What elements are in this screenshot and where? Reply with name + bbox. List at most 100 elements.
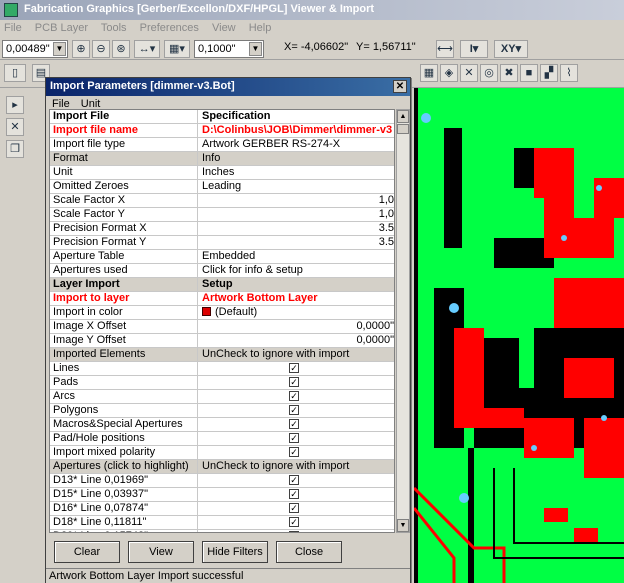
menu-pcb-layer[interactable]: PCB Layer — [35, 22, 88, 34]
vertical-scrollbar[interactable]: ▲ ▼ — [396, 109, 410, 533]
pad-icon[interactable]: ◈ — [440, 64, 458, 82]
table-row[interactable]: Import to layer Artwork Bottom Layer — [50, 292, 394, 306]
table-row[interactable]: Format Info — [50, 152, 394, 166]
menu-view[interactable]: View — [212, 22, 236, 34]
scroll-down-icon[interactable]: ▼ — [397, 519, 409, 532]
color-swatch-icon[interactable] — [202, 307, 211, 316]
text-tool-button[interactable]: I▾ — [460, 40, 488, 58]
table-row[interactable]: Layer Import Setup — [50, 278, 394, 292]
table-row[interactable]: Precision Format Y 3.5 — [50, 236, 394, 250]
table-row[interactable]: Scale Factor X 1,0 — [50, 194, 394, 208]
table-row[interactable]: D15* Line 0,03937" ✓ — [50, 488, 394, 502]
table-row[interactable]: Import in color (Default) — [50, 306, 394, 320]
row-checkbox[interactable]: ✓ — [289, 517, 299, 527]
row-checkbox[interactable]: ✓ — [289, 363, 299, 373]
row-label: Import to layer — [50, 292, 198, 305]
pcb-viewport[interactable] — [414, 88, 624, 583]
row-label: Image Y Offset — [50, 334, 198, 347]
row-checkbox-cell: ✓ — [199, 376, 394, 389]
y-coordinate-readout: Y= 1,56711" — [356, 41, 416, 53]
cut-icon[interactable]: ✕ — [6, 118, 24, 136]
cross-icon[interactable]: ✕ — [460, 64, 478, 82]
table-row[interactable]: Apertures (click to highlight) UnCheck to… — [50, 460, 394, 474]
menu-help[interactable]: Help — [249, 22, 272, 34]
table-row[interactable]: Pad/Hole positions ✓ — [50, 432, 394, 446]
window-title: Fabrication Graphics [Gerber/Excellon/DX… — [0, 0, 624, 20]
zoom-out-icon[interactable]: ⊖ — [92, 40, 110, 58]
parameter-grid: Import File Specification Import file na… — [49, 109, 395, 533]
table-row[interactable]: Macros&Special Apertures ✓ — [50, 418, 394, 432]
table-row[interactable]: Image X Offset 0,0000" — [50, 320, 394, 334]
row-label: Scale Factor Y — [50, 208, 198, 221]
row-value: Inches — [202, 166, 235, 178]
copy-icon[interactable]: ❐ — [6, 140, 24, 158]
menu-tools[interactable]: Tools — [101, 22, 127, 34]
row-checkbox-cell: ✓ — [199, 432, 394, 445]
grid-icon[interactable]: ▦▾ — [164, 40, 190, 58]
row-checkbox-cell: ✓ — [199, 362, 394, 375]
table-row[interactable]: Import file name D:\Colinbus\JOB\Dimmer\d… — [50, 124, 394, 138]
pattern-icon[interactable]: ▞ — [540, 64, 558, 82]
row-value: 3.5 — [378, 222, 394, 234]
select-icon[interactable]: ▸ — [6, 96, 24, 114]
route-icon[interactable]: ⌇ — [560, 64, 578, 82]
table-row[interactable]: D13* Line 0,01969" ✓ — [50, 474, 394, 488]
delete-icon[interactable]: ✖ — [500, 64, 518, 82]
row-label: Apertures used — [50, 264, 198, 277]
row-checkbox[interactable]: ✓ — [289, 447, 299, 457]
row-label: Apertures (click to highlight) — [50, 460, 198, 473]
table-row[interactable]: Unit Inches — [50, 166, 394, 180]
hide-filters-button[interactable]: Hide Filters — [202, 541, 268, 563]
measure-icon[interactable]: ⟷ — [436, 40, 454, 58]
row-checkbox-cell: ✓ — [199, 390, 394, 403]
row-label: Image X Offset — [50, 320, 198, 333]
clear-button[interactable]: Clear — [54, 541, 120, 563]
row-label: Scale Factor X — [50, 194, 198, 207]
table-row[interactable]: Image Y Offset 0,0000" — [50, 334, 394, 348]
table-row[interactable]: Import file type Artwork GERBER RS-274-X — [50, 138, 394, 152]
drill-icon[interactable]: ◎ — [480, 64, 498, 82]
zoom-window-icon[interactable]: ⊛ — [112, 40, 130, 58]
scroll-up-icon[interactable]: ▲ — [397, 110, 409, 123]
grid-combo[interactable]: 0,00489" ▼ — [2, 40, 68, 58]
page-icon[interactable]: ▯ — [4, 64, 26, 82]
row-checkbox[interactable]: ✓ — [289, 377, 299, 387]
snap-combo[interactable]: 0,1000" ▼ — [194, 40, 264, 58]
zoom-in-icon[interactable]: ⊕ — [72, 40, 90, 58]
table-row[interactable]: Aperture Table Embedded — [50, 250, 394, 264]
table-row[interactable]: D20* Line 0,15748" ✓ — [50, 530, 394, 532]
row-checkbox[interactable]: ✓ — [289, 531, 299, 532]
close-icon[interactable]: ✕ — [393, 80, 407, 93]
fill-icon[interactable]: ■ — [520, 64, 538, 82]
table-row[interactable]: Precision Format X 3.5 — [50, 222, 394, 236]
row-checkbox[interactable]: ✓ — [289, 433, 299, 443]
row-checkbox[interactable]: ✓ — [289, 405, 299, 415]
row-checkbox[interactable]: ✓ — [289, 419, 299, 429]
layer-toggle-icon[interactable]: ▦ — [420, 64, 438, 82]
row-label: Pad/Hole positions — [50, 432, 198, 445]
table-row[interactable]: Polygons ✓ — [50, 404, 394, 418]
row-checkbox[interactable]: ✓ — [289, 489, 299, 499]
xy-tool-button[interactable]: XY▾ — [494, 40, 528, 58]
table-row[interactable]: Arcs ✓ — [50, 390, 394, 404]
table-row[interactable]: Imported Elements UnCheck to ignore with … — [50, 348, 394, 362]
row-label: Layer Import — [50, 278, 198, 291]
row-label: D20* Line 0,15748" — [50, 530, 198, 532]
row-checkbox[interactable]: ✓ — [289, 503, 299, 513]
table-row[interactable]: Pads ✓ — [50, 376, 394, 390]
scroll-thumb[interactable] — [397, 124, 409, 134]
close-button[interactable]: Close — [276, 541, 342, 563]
table-row[interactable]: D18* Line 0,11811" ✓ — [50, 516, 394, 530]
row-checkbox[interactable]: ✓ — [289, 475, 299, 485]
table-row[interactable]: Apertures used Click for info & setup — [50, 264, 394, 278]
table-row[interactable]: Lines ✓ — [50, 362, 394, 376]
table-row[interactable]: Import mixed polarity ✓ — [50, 446, 394, 460]
table-row[interactable]: Omitted Zeroes Leading — [50, 180, 394, 194]
table-row[interactable]: Scale Factor Y 1,0 — [50, 208, 394, 222]
menu-file[interactable]: File — [4, 22, 22, 34]
view-button[interactable]: View — [128, 541, 194, 563]
menu-preferences[interactable]: Preferences — [140, 22, 199, 34]
fit-width-icon[interactable]: ↔▾ — [134, 40, 160, 58]
table-row[interactable]: D16* Line 0,07874" ✓ — [50, 502, 394, 516]
row-checkbox[interactable]: ✓ — [289, 391, 299, 401]
